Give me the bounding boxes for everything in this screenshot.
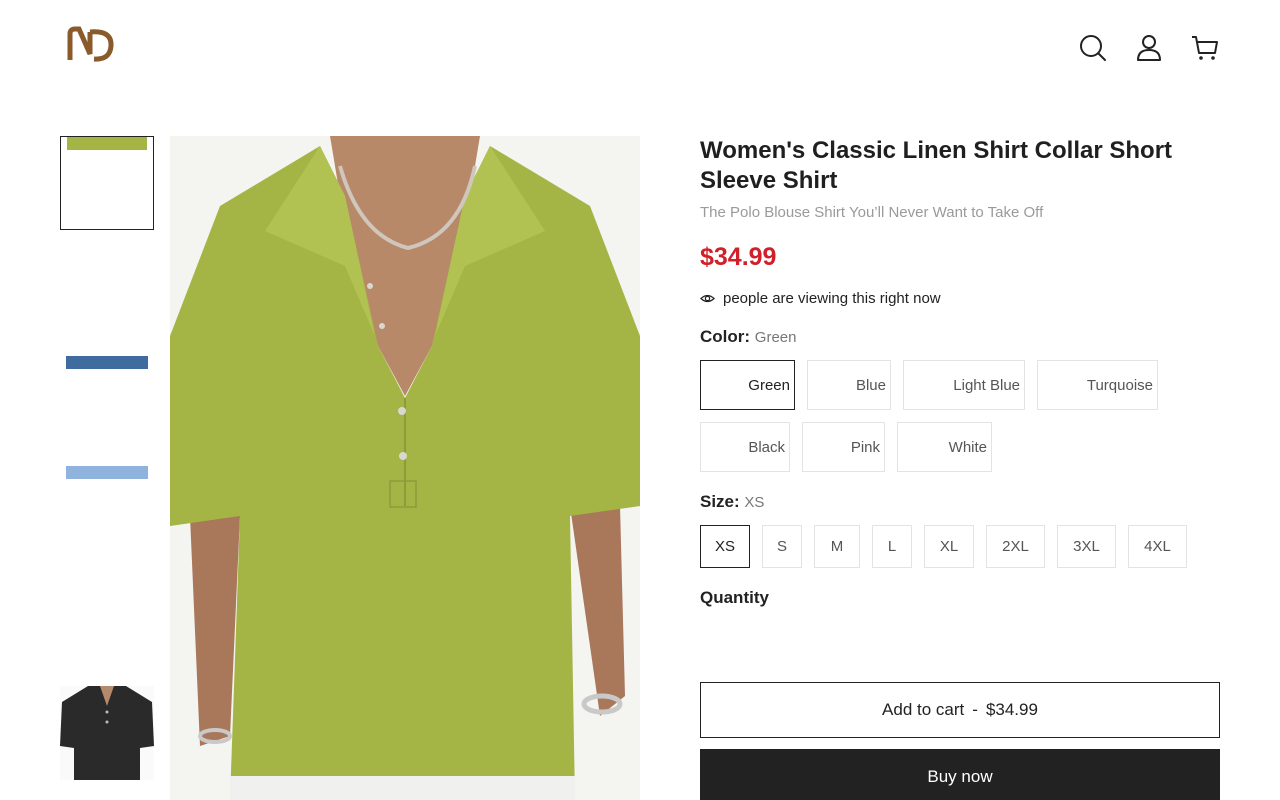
green-linen-shirt-image: [170, 136, 640, 800]
size-label-text: Size:: [700, 492, 740, 511]
size-label: Size: XS: [700, 492, 764, 512]
thumbnail-black[interactable]: [60, 686, 154, 780]
size-option-2xl[interactable]: 2XL: [986, 525, 1045, 568]
thumbnail-light-blue[interactable]: [60, 466, 154, 560]
main-product-image[interactable]: [170, 136, 640, 800]
account-icon[interactable]: [1133, 32, 1165, 64]
color-option-turquoise[interactable]: Turquoise: [1037, 360, 1158, 410]
add-to-cart-price: $34.99: [985, 700, 1038, 719]
color-selected-value: Green: [754, 329, 797, 346]
color-option-pink[interactable]: Pink: [802, 422, 885, 472]
size-option-s[interactable]: S: [762, 525, 802, 568]
black-shirt-thumbnail-image: [60, 686, 154, 780]
size-option-label: 4XL: [1144, 538, 1171, 555]
color-option-label: White: [948, 438, 987, 456]
nd-monogram-logo-icon: [67, 26, 114, 62]
brand-logo[interactable]: [66, 26, 116, 62]
product-title: Women's Classic Linen Shirt Collar Short…: [700, 137, 1173, 194]
eye-icon: [700, 294, 715, 303]
thumbnail-blue[interactable]: [60, 356, 154, 450]
size-option-xl[interactable]: XL: [924, 525, 974, 568]
size-option-4xl[interactable]: 4XL: [1128, 525, 1187, 568]
buy-now-button[interactable]: Buy now: [700, 749, 1220, 800]
size-option-3xl[interactable]: 3XL: [1057, 525, 1116, 568]
product-subtitle: The Polo Blouse Shirt You’ll Never Want …: [700, 204, 1044, 221]
site-header: [0, 0, 1280, 96]
search-icon[interactable]: [1077, 32, 1109, 64]
size-selected-value: XS: [744, 494, 765, 511]
size-option-label: XL: [939, 538, 959, 555]
size-option-label: 2XL: [1002, 538, 1029, 555]
size-option-xs[interactable]: XS: [700, 525, 750, 568]
buy-now-label: Buy now: [927, 767, 993, 786]
add-to-cart-button[interactable]: Add to cart - $34.99: [700, 682, 1220, 738]
color-option-label: Pink: [850, 438, 880, 456]
color-option-light-blue[interactable]: Light Blue: [903, 360, 1025, 410]
color-option-label: Light Blue: [953, 376, 1020, 394]
color-option-label: Black: [748, 438, 785, 456]
light-blue-shirt-thumbnail-image: [66, 466, 148, 479]
size-option-label: 3XL: [1073, 538, 1100, 555]
green-shirt-thumbnail-image: [67, 137, 147, 150]
color-option-white[interactable]: White: [897, 422, 992, 472]
thumbnail-green[interactable]: [60, 136, 154, 230]
viewing-notice: people are viewing this right now: [700, 290, 1220, 307]
quantity-label: Quantity: [700, 588, 769, 607]
blue-shirt-thumbnail-image: [66, 356, 148, 369]
color-option-label: Turquoise: [1086, 376, 1153, 394]
size-option-label: S: [776, 538, 787, 555]
size-option-label: L: [887, 538, 897, 555]
color-option-blue[interactable]: Blue: [807, 360, 891, 410]
color-option-green[interactable]: Green: [700, 360, 795, 410]
cart-icon[interactable]: [1189, 32, 1221, 64]
product-info: Women's Classic Linen Shirt Collar Short…: [700, 136, 1220, 307]
product-price: $34.99: [700, 243, 777, 271]
add-to-cart-separator: -: [972, 700, 978, 719]
size-option-l[interactable]: L: [872, 525, 912, 568]
add-to-cart-label: Add to cart: [882, 700, 965, 719]
color-option-black[interactable]: Black: [700, 422, 790, 472]
color-option-label: Blue: [855, 376, 886, 394]
size-option-label: M: [830, 538, 844, 555]
color-label-text: Color:: [700, 327, 751, 346]
color-label: Color: Green: [700, 327, 796, 347]
viewing-text: people are viewing this right now: [723, 290, 941, 307]
size-option-label: XS: [714, 538, 735, 555]
size-option-m[interactable]: M: [814, 525, 860, 568]
color-option-label: Green: [748, 376, 790, 394]
